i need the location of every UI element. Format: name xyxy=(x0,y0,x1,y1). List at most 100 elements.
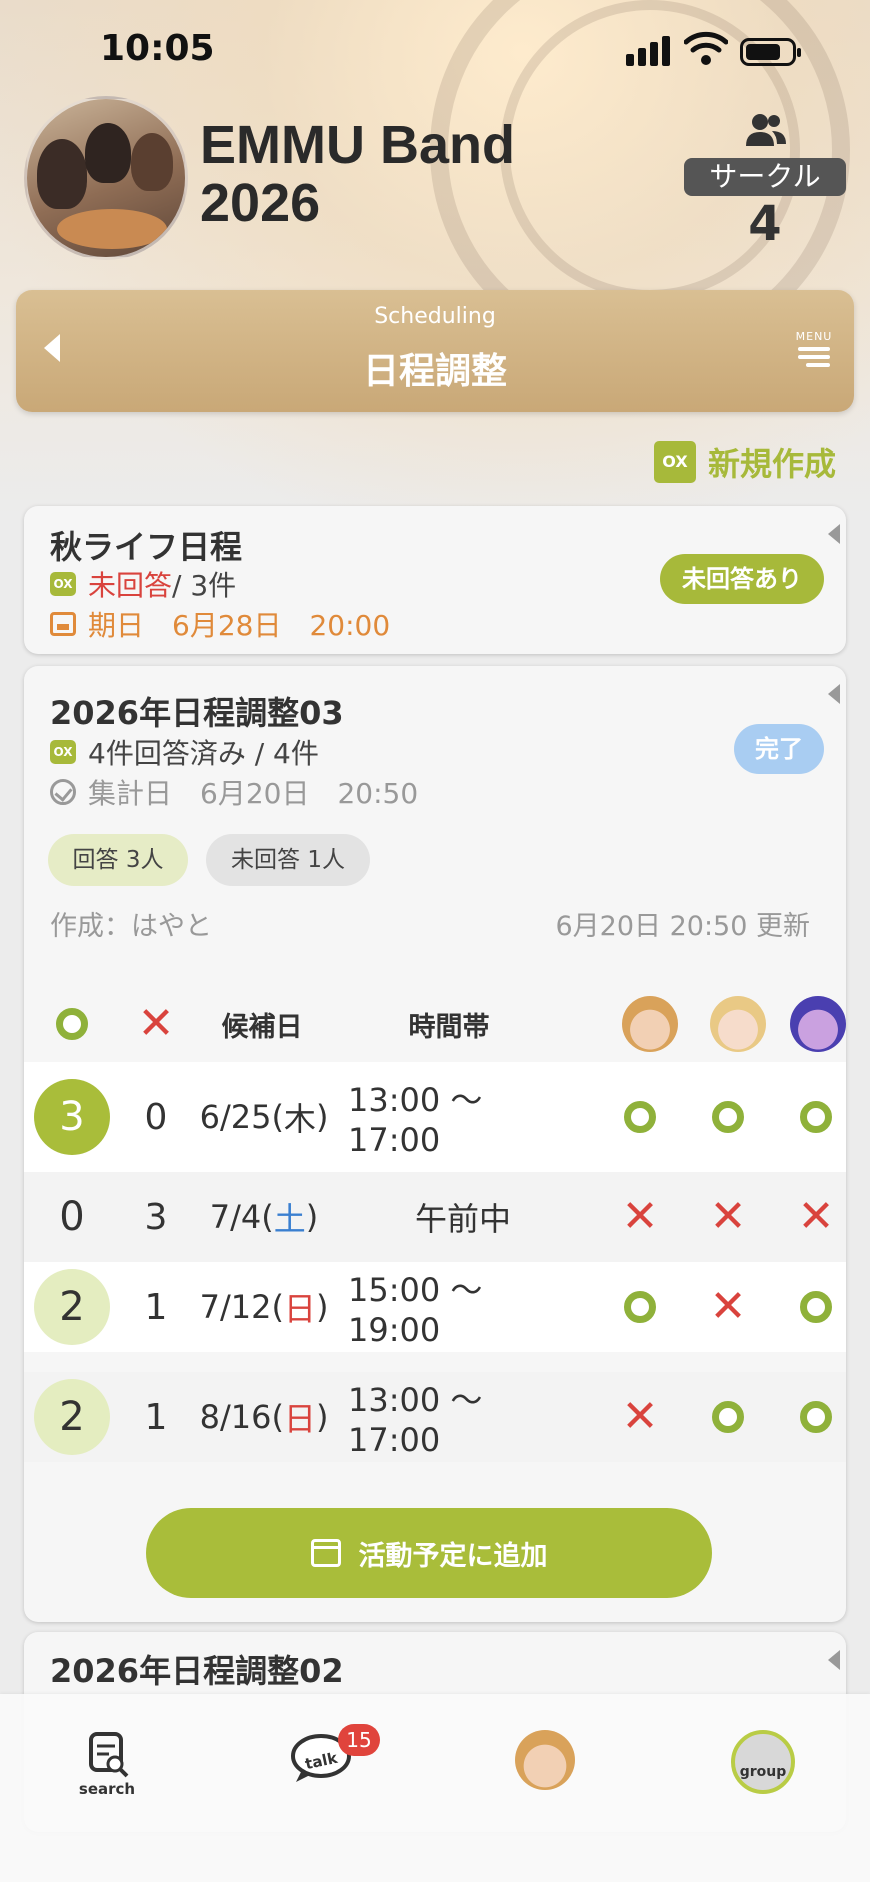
member-answer[interactable]: ✕ xyxy=(616,1172,664,1262)
table-row[interactable]: 3 0 6/25(木) 13:00 〜 17:00 xyxy=(24,1062,846,1172)
circle-label: サークル xyxy=(684,158,846,196)
card-corner-icon xyxy=(828,684,840,704)
card-corner-icon xyxy=(828,524,840,544)
ok-mark-icon xyxy=(800,1401,832,1433)
member-answer[interactable]: ✕ xyxy=(704,1262,752,1352)
signal-icon xyxy=(626,34,672,66)
ok-count: 3 xyxy=(34,1079,110,1155)
header-date: 候補日 xyxy=(221,1011,303,1043)
ok-mark-icon xyxy=(712,1101,744,1133)
nav-banner: Scheduling 日程調整 MENU xyxy=(16,290,854,412)
tab-search[interactable]: search xyxy=(62,1730,152,1810)
answer-count: 4件回答済み / 4件 xyxy=(88,737,319,770)
menu-button[interactable]: MENU xyxy=(794,330,834,374)
candidate-time: 15:00 〜 19:00 xyxy=(348,1271,483,1349)
add-to-activity-button[interactable]: 活動予定に追加 xyxy=(146,1508,712,1598)
battery-icon xyxy=(740,38,801,66)
aggregate-value: 6月20日 20:50 xyxy=(200,777,419,810)
group-name-line1: EMMU Band xyxy=(200,115,515,175)
ox-icon: OX xyxy=(50,572,76,596)
calendar-icon xyxy=(50,612,76,636)
unanswered-chip[interactable]: 未回答 1人 xyxy=(206,834,370,886)
member-answer[interactable] xyxy=(704,1372,752,1462)
ok-count: 2 xyxy=(34,1269,110,1345)
answer-count: / 3件 xyxy=(172,569,237,602)
group-photo[interactable] xyxy=(24,96,188,260)
candidate-time: 午前中 xyxy=(414,1200,511,1238)
nav-subtitle: Scheduling xyxy=(374,304,496,329)
ox-icon: OX xyxy=(653,441,696,483)
aggregate-label: 集計日 xyxy=(88,777,173,810)
table-header: ✕ 候補日 時間帯 xyxy=(24,986,846,1062)
ox-icon: OX xyxy=(50,740,76,764)
status-badge: 完了 xyxy=(734,724,824,774)
member-answer[interactable] xyxy=(792,1372,840,1462)
tab-group-label: group xyxy=(739,1764,787,1780)
header-time: 時間帯 xyxy=(408,1011,490,1043)
member-answer[interactable] xyxy=(792,1262,840,1352)
search-icon xyxy=(89,1732,129,1778)
member-answer[interactable] xyxy=(704,1062,752,1172)
due-value: 6月28日 20:00 xyxy=(172,609,391,642)
ng-mark-icon: ✕ xyxy=(621,1191,659,1242)
card-title: 2026年日程調整03 xyxy=(50,694,344,732)
table-row[interactable]: 2 1 8/16(日) 13:00 〜 17:00 ✕ xyxy=(24,1372,846,1462)
tab-talk[interactable]: talk 15 xyxy=(276,1724,380,1810)
status-time: 10:05 xyxy=(100,28,215,69)
ok-mark-icon xyxy=(800,1101,832,1133)
schedule-card[interactable]: 秋ライフ日程 OX 未回答 / 3件 期日 6月28日 20:00 未回答あり xyxy=(24,506,846,654)
member-avatar[interactable] xyxy=(790,996,846,1052)
ok-mark-icon xyxy=(624,1101,656,1133)
member-answer[interactable] xyxy=(616,1062,664,1172)
members-icon[interactable] xyxy=(744,112,788,148)
candidate-date: 7/12(日) xyxy=(199,1288,329,1328)
member-answer[interactable]: ✕ xyxy=(792,1172,840,1262)
member-avatar[interactable] xyxy=(622,996,678,1052)
group-name: EMMU Band 2026 xyxy=(200,116,515,232)
ok-mark-icon xyxy=(800,1291,832,1323)
candidate-date: 6/25(木) xyxy=(199,1098,329,1138)
ok-mark-icon xyxy=(624,1291,656,1323)
new-create-button[interactable]: OX 新規作成 xyxy=(653,440,836,484)
answer-status: OX 未回答 / 3件 xyxy=(50,564,236,604)
answered-chip[interactable]: 回答 3人 xyxy=(48,834,188,886)
ng-mark-icon: ✕ xyxy=(709,1191,747,1242)
talk-badge: 15 xyxy=(338,1724,380,1756)
status-bar: 10:05 xyxy=(0,0,870,100)
answer-status: OX 4件回答済み / 4件 xyxy=(50,732,319,772)
group-name-line2: 2026 xyxy=(200,173,321,233)
tab-bar: search talk 15 group xyxy=(0,1694,870,1882)
check-circle-icon xyxy=(50,779,76,805)
ng-mark-icon: ✕ xyxy=(621,1391,659,1442)
ng-mark-icon: ✕ xyxy=(709,1281,747,1332)
author: 作成：はやと xyxy=(50,911,212,942)
circle-count: 4 xyxy=(748,196,782,252)
table-row[interactable]: 2 1 7/12(日) 15:00 〜 19:00 ✕ xyxy=(24,1262,846,1352)
ok-mark-icon xyxy=(56,1008,88,1040)
ng-mark-icon: ✕ xyxy=(137,998,175,1049)
updated-at: 6月20日 20:50 更新 xyxy=(555,911,810,942)
member-answer[interactable]: ✕ xyxy=(704,1172,752,1262)
tab-group[interactable]: group xyxy=(718,1730,808,1810)
member-answer[interactable] xyxy=(792,1062,840,1172)
member-answer[interactable] xyxy=(616,1262,664,1352)
ok-mark-icon xyxy=(712,1401,744,1433)
tab-profile[interactable] xyxy=(500,1730,590,1810)
due-date: 期日 6月28日 20:00 xyxy=(50,604,390,644)
card-corner-icon xyxy=(828,1650,840,1670)
ok-count: 2 xyxy=(34,1379,110,1455)
schedule-card[interactable]: 2026年日程調整03 OX 4件回答済み / 4件 集計日 6月20日 20:… xyxy=(24,666,846,1622)
wifi-icon xyxy=(684,31,728,65)
card-title: 秋ライフ日程 xyxy=(50,528,243,566)
candidate-date: 8/16(日) xyxy=(199,1398,329,1438)
table-row[interactable]: 0 3 7/4(土) 午前中 ✕ ✕ ✕ xyxy=(24,1172,846,1262)
unanswered-text: 未回答 xyxy=(88,569,173,602)
status-badge: 未回答あり xyxy=(660,554,824,604)
member-avatar[interactable] xyxy=(710,996,766,1052)
member-answer[interactable]: ✕ xyxy=(616,1372,664,1462)
due-label: 期日 xyxy=(88,609,145,642)
candidate-time: 13:00 〜 17:00 xyxy=(348,1081,483,1159)
candidate-table: 3 0 6/25(木) 13:00 〜 17:00 0 3 7/4(土) 午前中 ✕ ✕ ✕ 2 1 7/… xyxy=(24,1062,846,1502)
tab-search-label: search xyxy=(78,1780,136,1798)
card-title: 2026年日程調整02 xyxy=(50,1652,344,1690)
